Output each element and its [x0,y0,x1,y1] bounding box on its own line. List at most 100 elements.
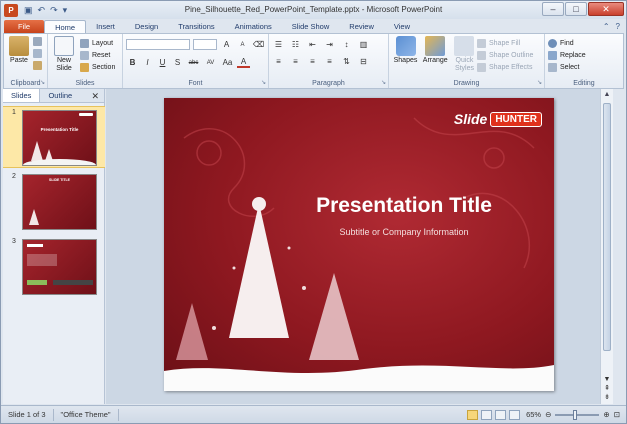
copy-icon[interactable] [33,49,42,58]
increase-indent-icon[interactable]: ⇥ [323,40,336,49]
shape-outline-button[interactable]: Shape Outline [477,49,533,61]
slide-thumbnail-row[interactable]: 3 [3,236,105,298]
undo-icon[interactable]: ↶ [38,5,46,16]
tab-transitions[interactable]: Transitions [168,20,224,33]
scroll-down-icon[interactable]: ▼ [601,375,613,384]
save-icon[interactable]: ▣ [24,5,33,16]
vertical-scrollbar[interactable]: ▲ ▼ ⇞ ⇟ [600,89,613,404]
line-spacing-icon[interactable]: ↕ [340,40,353,49]
reset-button[interactable]: Reset [80,49,115,61]
cut-icon[interactable] [33,37,42,46]
clear-formatting-icon[interactable]: ⌫ [252,40,265,49]
font-launcher-icon[interactable]: ↘ [261,79,266,86]
zoom-out-icon[interactable]: ⊖ [545,410,551,419]
underline-button[interactable]: U [156,58,169,67]
quick-styles-button[interactable]: Quick Styles [451,36,477,73]
zoom-in-icon[interactable]: ⊕ [603,410,609,419]
christmas-tree-main [229,197,289,338]
pane-tab-outline[interactable]: Outline [40,89,80,102]
pane-tab-slides[interactable]: Slides [3,89,41,102]
scroll-up-icon[interactable]: ▲ [601,89,613,101]
powerpoint-app-icon[interactable]: P [4,3,18,17]
fit-to-window-icon[interactable]: ⊡ [614,410,620,419]
decrease-indent-icon[interactable]: ⇤ [306,40,319,49]
slide-thumbnail-row[interactable]: 1 Presentation Title [3,106,105,168]
drawing-launcher-icon[interactable]: ↘ [537,79,542,86]
maximize-button[interactable]: □ [565,2,587,16]
shape-fill-icon [477,38,486,48]
group-clipboard: Paste Clipboard ↘ [4,34,48,88]
character-spacing-button[interactable]: AV [203,60,218,66]
shape-fill-button[interactable]: Shape Fill [477,37,533,49]
slide-subtitle[interactable]: Subtitle or Company Information [284,227,524,237]
font-color-button[interactable]: A [237,57,250,68]
previous-slide-icon[interactable]: ⇞ [601,384,613,393]
slide-thumbnail-row[interactable]: 2 SLIDE TITLE [3,171,105,233]
zoom-level[interactable]: 65% [526,410,541,419]
slide-show-view-icon[interactable] [509,409,521,420]
find-button[interactable]: Find [548,37,620,49]
grow-font-icon[interactable]: A [220,40,233,49]
paste-button[interactable]: Paste [7,36,31,64]
text-direction-icon[interactable]: ⇅ [340,57,353,66]
group-paragraph: ☰ ☷ ⇤ ⇥ ↕ ▥ ≡ ≡ ≡ ≡ ⇅ ⊟ Paragraph ↘ [269,34,389,88]
theme-status: "Office Theme" [54,408,119,421]
tab-slide-show[interactable]: Slide Show [282,20,340,33]
reading-view-icon[interactable] [495,409,507,420]
align-right-icon[interactable]: ≡ [306,57,319,66]
slide-sorter-view-icon[interactable] [481,409,493,420]
close-pane-icon[interactable]: ✕ [91,89,99,102]
redo-icon[interactable]: ↷ [50,5,58,16]
thumbnail-snow [23,159,96,165]
change-case-button[interactable]: Aa [220,58,235,67]
align-text-icon[interactable]: ⊟ [357,57,370,66]
strikethrough-button[interactable]: abc [186,60,201,66]
zoom-slider-knob[interactable] [573,409,578,420]
replace-button[interactable]: Replace [548,49,620,61]
bold-button[interactable]: B [126,58,139,67]
format-painter-icon[interactable] [33,61,42,70]
view-buttons [467,409,521,420]
align-center-icon[interactable]: ≡ [289,57,302,66]
font-size-select[interactable] [193,39,217,50]
slide-title[interactable]: Presentation Title [284,194,524,218]
italic-button[interactable]: I [141,58,154,67]
tab-review[interactable]: Review [339,20,384,33]
shadow-button[interactable]: S [171,58,184,67]
customize-toolbar-icon[interactable]: ▾ [63,5,68,16]
shape-effects-button[interactable]: Shape Effects [477,61,533,73]
font-family-select[interactable] [126,39,190,50]
normal-view-icon[interactable] [467,409,479,420]
paragraph-launcher-icon[interactable]: ↘ [381,79,386,86]
numbering-icon[interactable]: ☷ [289,40,302,49]
shrink-font-icon[interactable]: A [236,42,249,48]
tab-design[interactable]: Design [125,20,168,33]
tab-home[interactable]: Home [44,20,87,33]
new-slide-button[interactable]: New Slide [51,36,77,73]
scroll-thumb[interactable] [603,103,611,351]
shapes-button[interactable]: Shapes [392,36,419,64]
justify-icon[interactable]: ≡ [323,57,336,66]
minimize-ribbon-icon[interactable]: ⌃ [603,22,610,31]
tab-insert[interactable]: Insert [86,20,125,33]
align-left-icon[interactable]: ≡ [272,57,285,66]
tab-view[interactable]: View [384,20,420,33]
select-button[interactable]: Select [548,61,620,73]
layout-button[interactable]: Layout [80,37,115,49]
arrange-button[interactable]: Arrange [421,36,449,64]
section-icon [80,62,89,72]
layout-icon [80,38,89,48]
columns-icon[interactable]: ▥ [357,40,370,49]
section-button[interactable]: Section [80,61,115,73]
tab-file[interactable]: File [4,20,45,33]
slide-count-status: Slide 1 of 3 [1,408,54,421]
bullets-icon[interactable]: ☰ [272,40,285,49]
slide-canvas[interactable]: Slide HUNTER Presentation Title Subtitle… [164,98,554,391]
close-button[interactable]: ✕ [588,2,624,16]
tab-animations[interactable]: Animations [225,20,282,33]
minimize-button[interactable]: – [542,2,564,16]
zoom-slider[interactable] [555,409,600,420]
help-icon[interactable]: ? [616,22,620,31]
next-slide-icon[interactable]: ⇟ [601,393,613,402]
clipboard-launcher-icon[interactable]: ↘ [40,79,45,86]
